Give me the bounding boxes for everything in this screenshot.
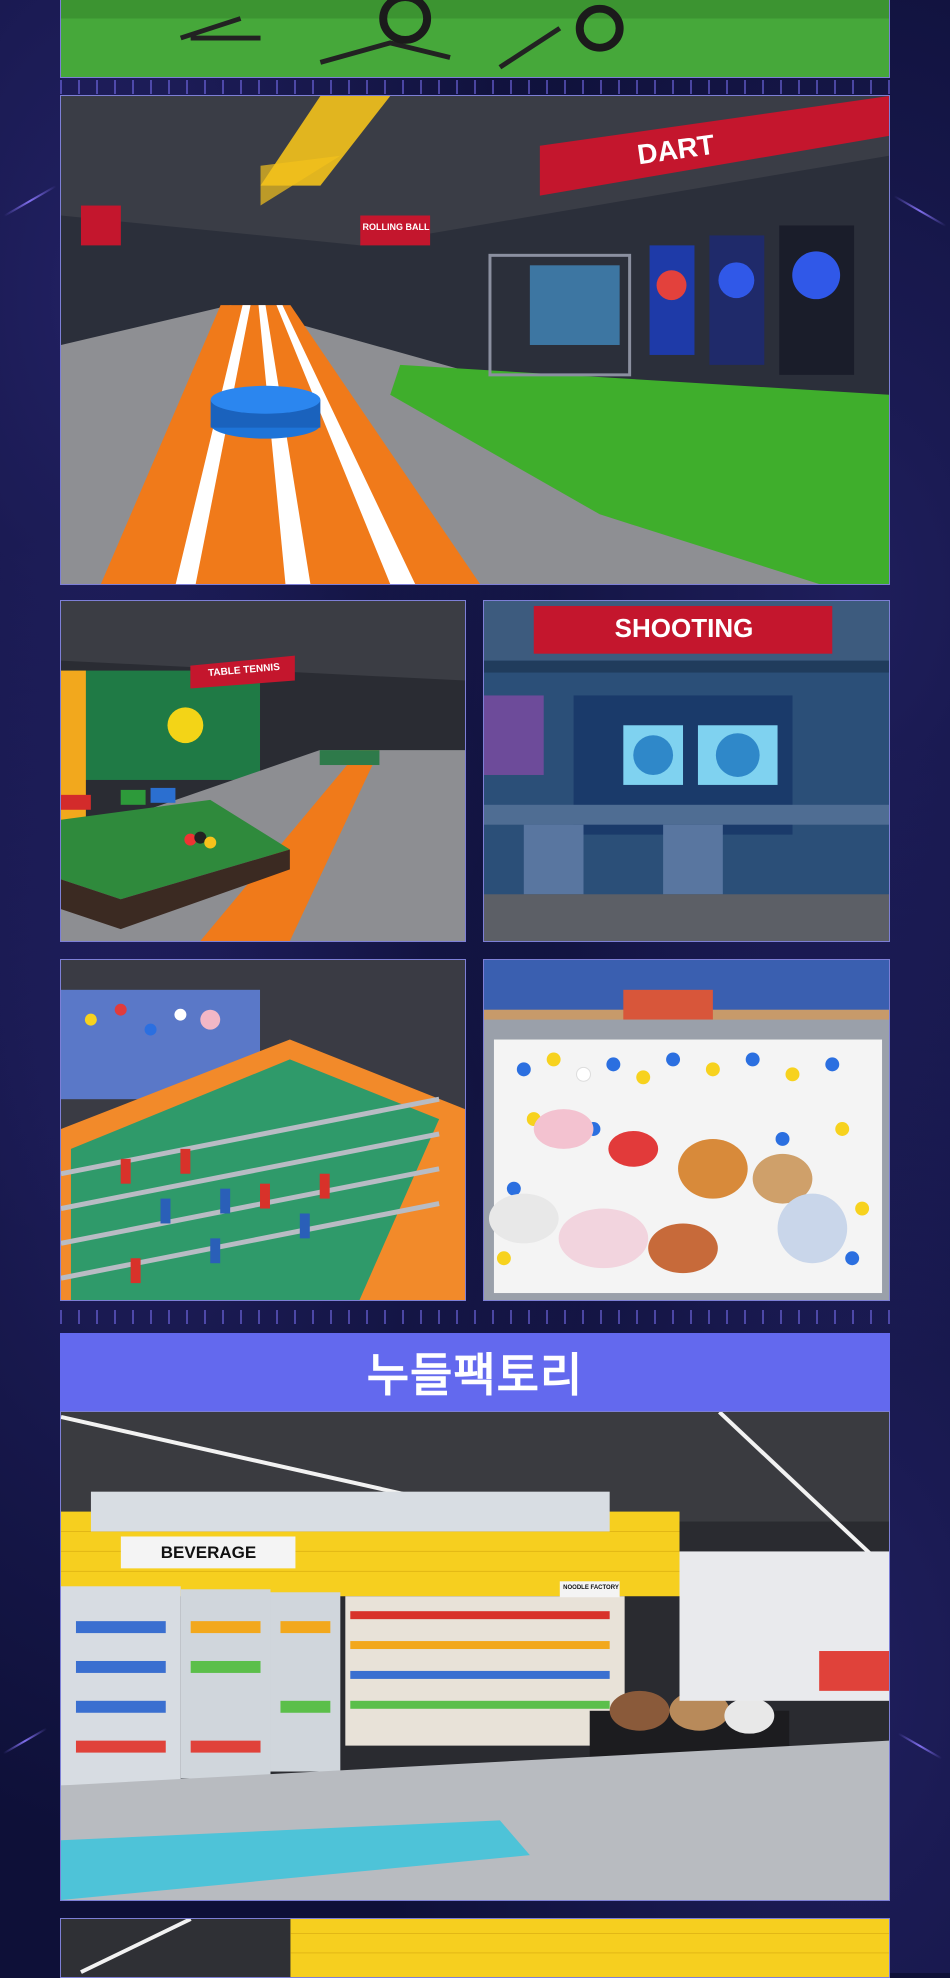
photo-yellow-wall-partial: [60, 1918, 890, 1978]
neon-line: [2, 1727, 48, 1755]
neon-band: [60, 1310, 890, 1324]
noodle-factory-sign-text: NOODLE FACTORY: [563, 1585, 619, 1591]
neon-band: [60, 80, 890, 94]
photo-shooting-range: SHOOTING: [483, 600, 890, 942]
rolling-ball-sign-text: ROLLING BALL: [362, 222, 430, 232]
shooting-sign-text: SHOOTING: [614, 613, 754, 643]
neon-line: [897, 1732, 943, 1760]
neon-line: [893, 195, 947, 227]
photo-billiards-table-tennis: TABLE TENNIS: [60, 600, 466, 942]
photo-dart-arcade-hall: DART ROLLING BALL: [60, 95, 890, 585]
photo-foosball-table: [60, 959, 466, 1301]
beverage-sign-text: BEVERAGE: [160, 1543, 257, 1562]
neon-line: [3, 185, 57, 217]
photo-noodle-factory-store: BEVERAGE NOODLE FACTORY: [60, 1411, 890, 1901]
section-title-noodle-factory: 누들팩토리: [60, 1333, 890, 1411]
photo-fitness-equipment: [60, 0, 890, 78]
photo-ball-pit-plush: [483, 959, 890, 1301]
